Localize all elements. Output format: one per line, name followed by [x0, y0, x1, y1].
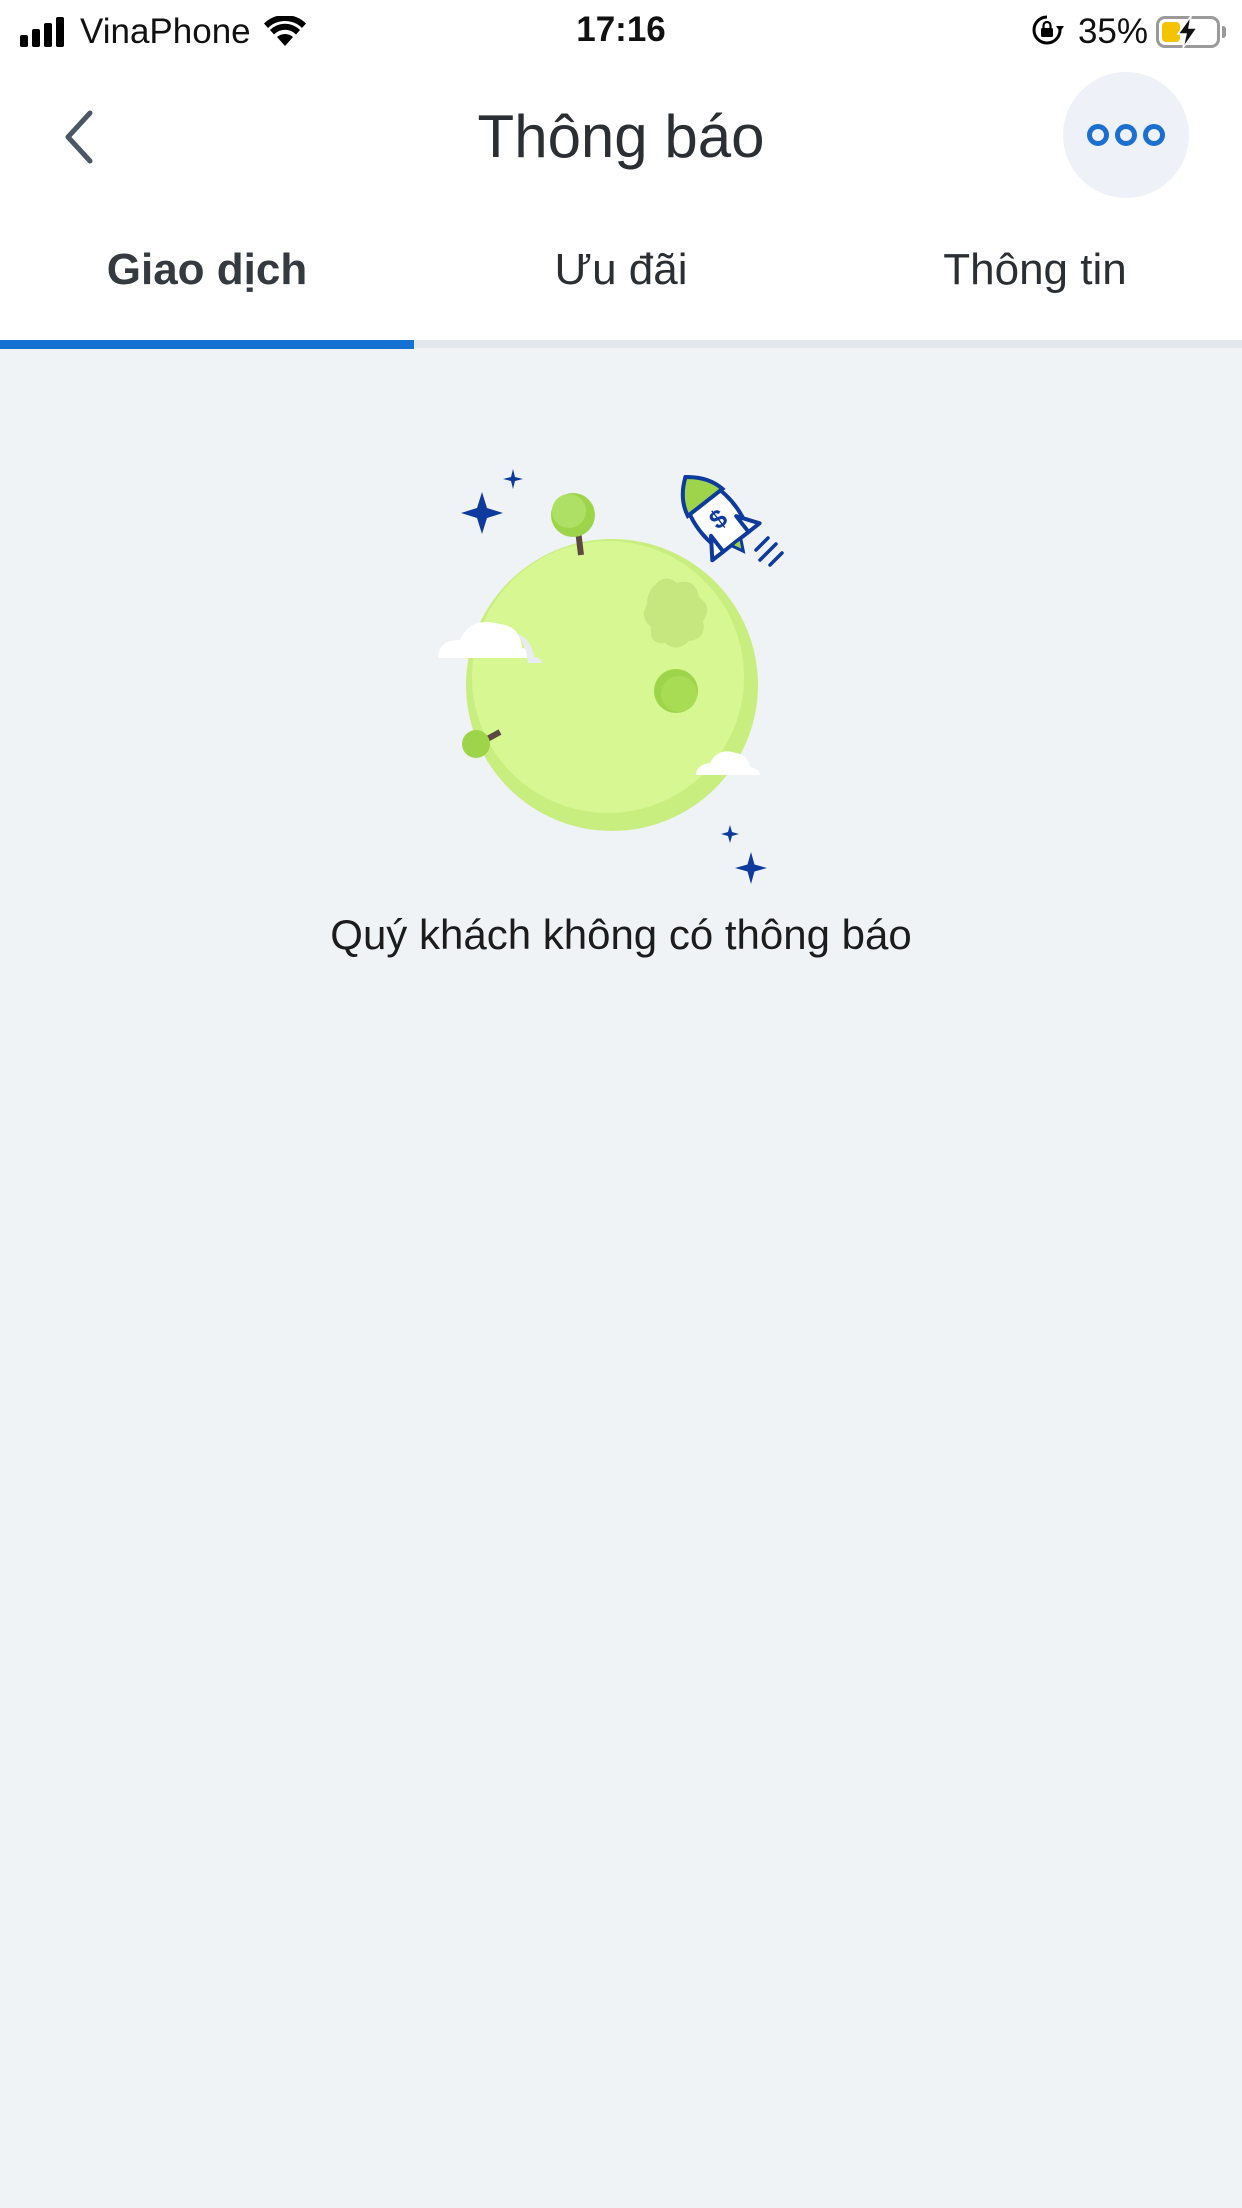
tab-uu-dai[interactable]: Ưu đãi [414, 210, 828, 340]
rotation-lock-icon [1030, 13, 1064, 52]
battery-nub [1222, 26, 1226, 38]
page-title: Thông báo [477, 103, 765, 170]
star-icon [461, 492, 503, 534]
star-icon [721, 825, 739, 843]
more-button[interactable] [1063, 72, 1189, 198]
tab-giao-dich[interactable]: Giao dịch [0, 210, 414, 340]
more-dots-icon [1084, 124, 1168, 146]
planet-rocket-illustration: $ [420, 455, 820, 895]
star-icon [503, 469, 523, 489]
status-right: 35% [1030, 10, 1226, 54]
header: Thông báo [0, 64, 1242, 210]
empty-state-message: Quý khách không có thông báo [330, 911, 912, 958]
battery-charging-icon [1156, 15, 1220, 49]
tab-active-indicator [0, 340, 414, 349]
tab-bar: Giao dịch Ưu đãi Thông tin [0, 210, 1242, 340]
star-icon [735, 852, 767, 884]
battery-percent: 35% [1077, 12, 1148, 51]
status-bar: VinaPhone 17:16 35% [0, 0, 1242, 64]
tab-thong-tin[interactable]: Thông tin [828, 210, 1242, 340]
